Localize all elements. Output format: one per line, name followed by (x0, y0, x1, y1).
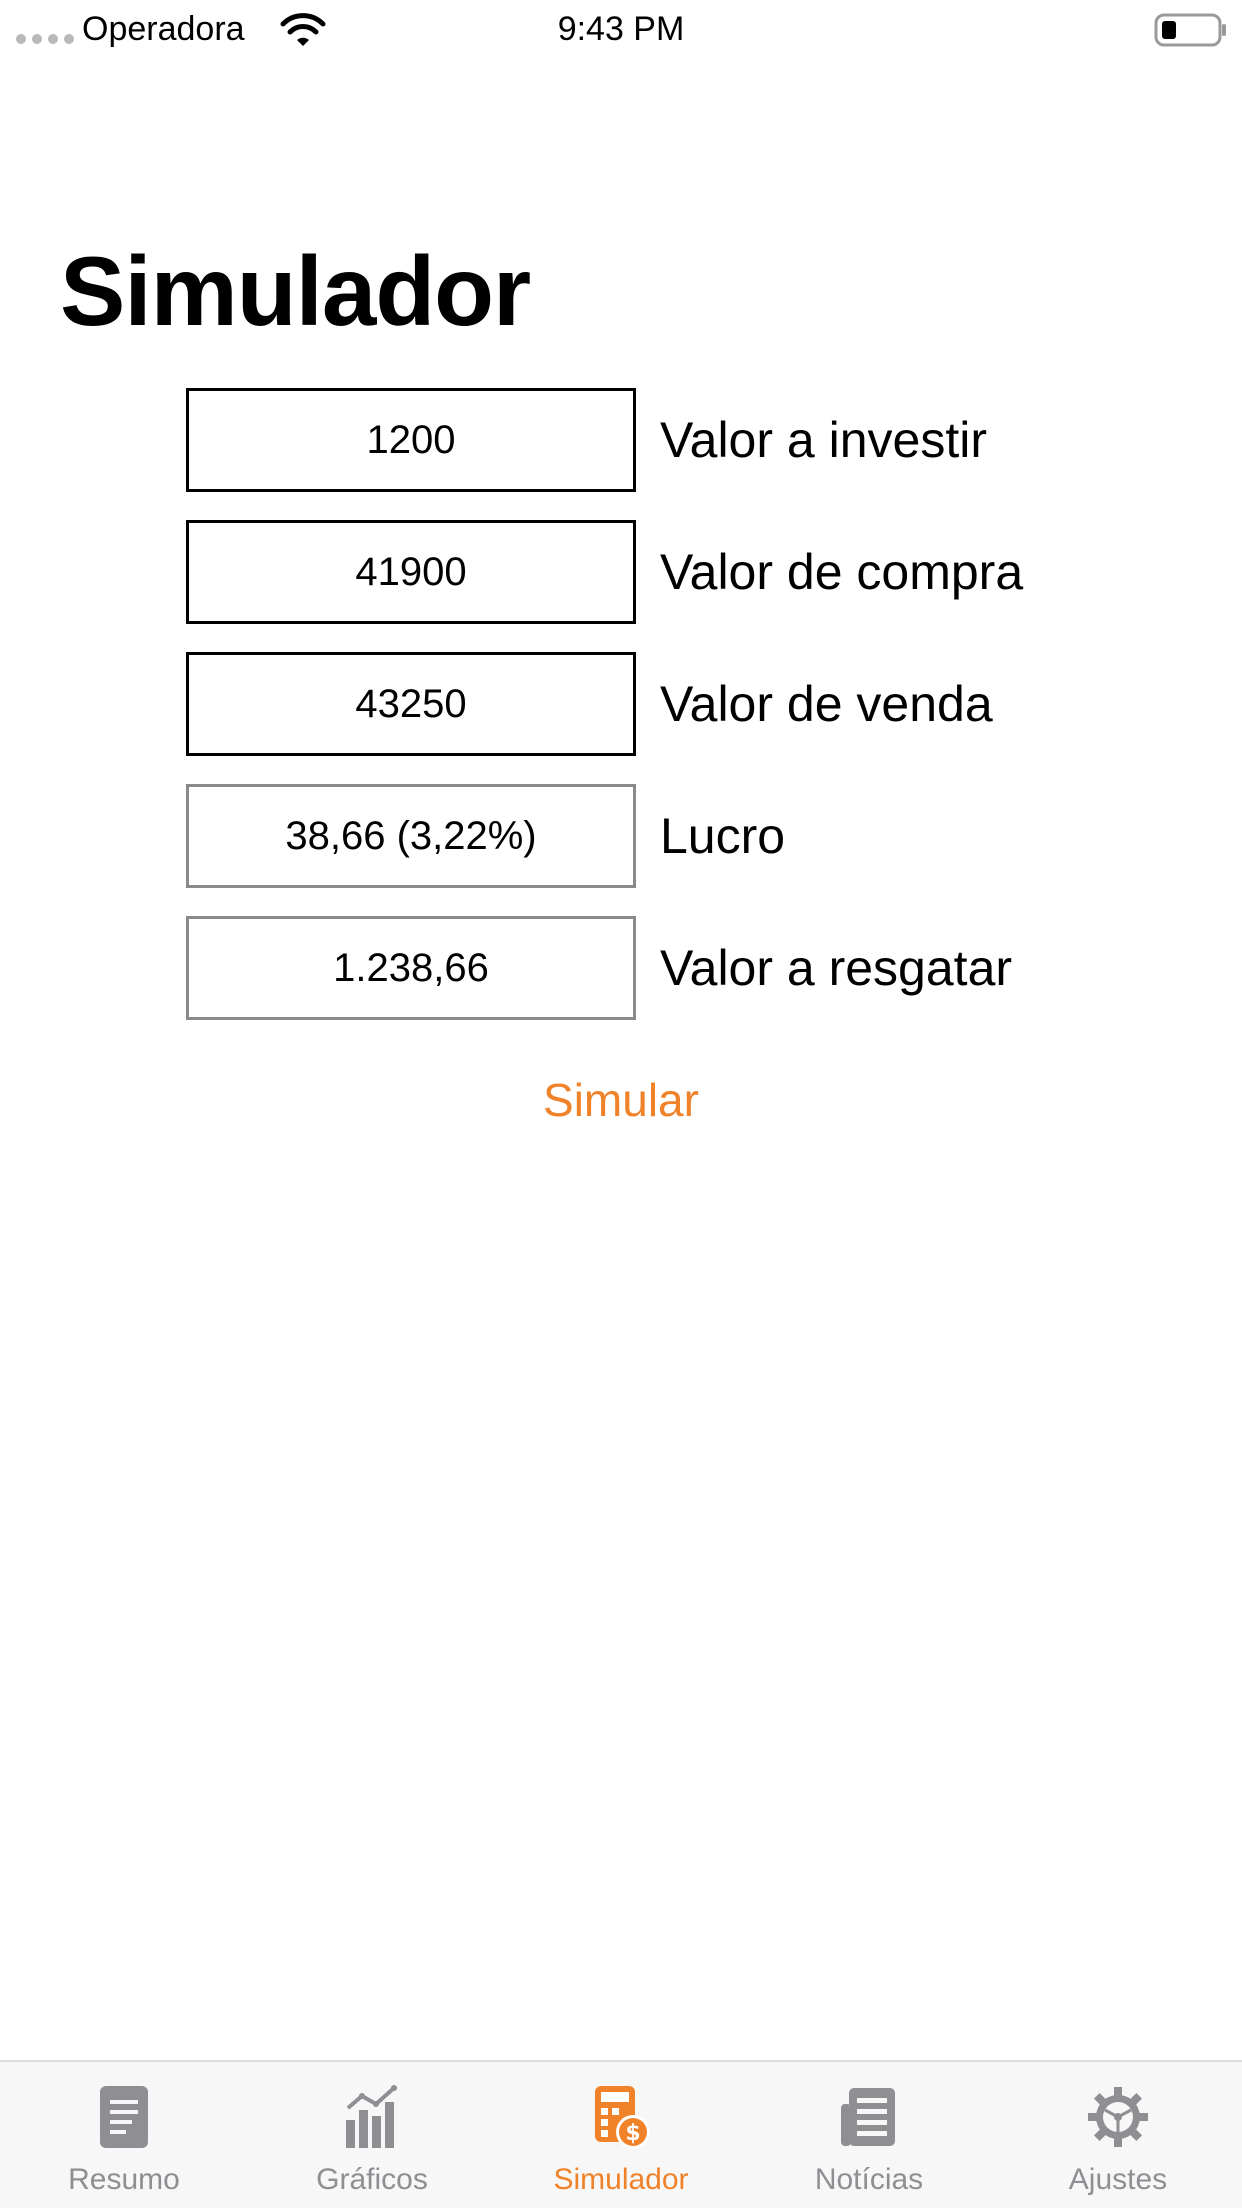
tab-graficos[interactable]: Gráficos (248, 2062, 496, 2208)
tab-resumo[interactable]: Resumo (0, 2062, 248, 2208)
tab-bar: Resumo Gráficos $ Simulador Notícias Aju… (0, 2060, 1242, 2208)
redeem-amount-value: 1.238,66 (186, 916, 636, 1020)
sale-price-label: Valor de venda (660, 676, 993, 732)
purchase-price-row: Valor de compra (186, 520, 1086, 624)
tab-simulador-label: Simulador (553, 2163, 689, 2196)
redeem-amount-label: Valor a resgatar (660, 940, 1013, 996)
tab-noticias[interactable]: Notícias (745, 2062, 993, 2208)
invest-amount-input[interactable] (186, 388, 636, 492)
tab-simulador[interactable]: $ Simulador (497, 2062, 745, 2208)
calculator-icon: $ (595, 2086, 650, 2149)
invest-amount-label: Valor a investir (660, 412, 987, 468)
status-time: 9:43 PM (557, 10, 685, 48)
purchase-price-input[interactable] (186, 520, 636, 624)
tab-resumo-label: Resumo (68, 2163, 180, 2196)
newspaper-icon (841, 2088, 895, 2146)
status-bar: Operadora 9:43 PM (0, 0, 1242, 60)
chart-icon (346, 2085, 397, 2148)
profit-row: 38,66 (3,22%) Lucro (186, 784, 1086, 888)
purchase-price-label: Valor de compra (660, 544, 1024, 600)
tab-noticias-label: Notícias (814, 2163, 924, 2196)
sale-price-input[interactable] (186, 652, 636, 756)
sale-price-row: Valor de venda (186, 652, 1086, 756)
svg-text:$: $ (625, 2121, 640, 2146)
tab-ajustes[interactable]: Ajustes (994, 2062, 1242, 2208)
profit-value: 38,66 (3,22%) (186, 784, 636, 888)
document-icon (100, 2086, 148, 2148)
invest-amount-row: Valor a investir (186, 388, 1086, 492)
tab-graficos-label: Gráficos (316, 2163, 428, 2196)
gear-icon (1088, 2087, 1148, 2147)
page-title: Simulador (60, 236, 531, 346)
redeem-amount-row: 1.238,66 Valor a resgatar (186, 916, 1086, 1020)
simulate-button[interactable]: Simular (0, 1070, 1242, 1130)
tab-ajustes-label: Ajustes (1068, 2163, 1168, 2196)
profit-label: Lucro (660, 808, 786, 864)
battery-icon (1154, 13, 1226, 47)
